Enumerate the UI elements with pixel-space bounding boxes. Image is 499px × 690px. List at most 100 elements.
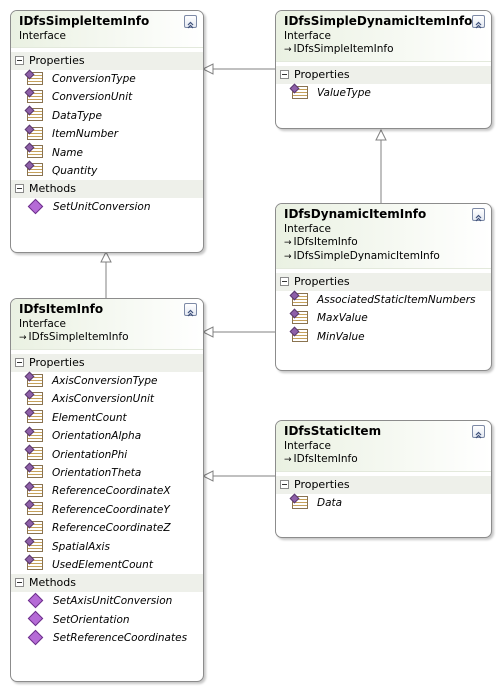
property-icon [292,310,308,324]
collapse-section-icon[interactable] [15,577,24,587]
box-title: IDfsDynamicItemInfo [284,207,427,221]
property-item[interactable]: OrientationTheta [11,464,203,482]
inherits-line: → IDfsSimpleDynamicItemInfo [284,250,440,262]
property-item[interactable]: OrientationPhi [11,446,203,464]
inherits-line: → IDfsItemInfo [284,236,358,248]
section-properties[interactable]: Properties [11,354,203,372]
collapse-section-icon[interactable] [280,479,289,489]
property-item[interactable]: ConversionType [11,70,203,88]
section-properties[interactable]: Properties [276,273,491,291]
property-item[interactable]: ReferenceCoordinateX [11,482,203,500]
inherits-arrow-icon: → [284,45,292,55]
property-icon [292,292,308,306]
property-list: AxisConversionType AxisConversionUnit El… [11,372,203,574]
method-item[interactable]: SetUnitConversion [11,198,203,216]
inherits-arrow-icon: → [284,455,292,465]
collapse-section-icon[interactable] [280,69,289,79]
box-header: IDfsStaticItem Interface → IDfsItemInfo [276,421,491,472]
box-idfsdynamiciteminfo[interactable]: IDfsDynamicItemInfo Interface → IDfsItemI… [275,203,492,371]
property-item[interactable]: Quantity [11,162,203,180]
property-item[interactable]: MinValue [276,328,491,346]
inherit-arrowhead [201,63,214,75]
property-icon [27,391,43,405]
inherits-line: → IDfsSimpleItemInfo [284,43,394,55]
collapse-section-icon[interactable] [15,55,24,65]
property-icon [27,428,43,442]
property-icon [27,145,43,159]
collapse-chevron-icon[interactable] [472,15,485,29]
property-item[interactable]: ElementCount [11,409,203,427]
property-icon [292,329,308,343]
section-properties[interactable]: Properties [11,52,203,70]
property-item[interactable]: ReferenceCoordinateY [11,501,203,519]
inherits-arrow-icon: → [284,238,292,248]
box-kind: Interface [284,440,332,452]
property-icon [27,520,43,534]
method-icon [27,610,44,627]
collapse-chevron-icon[interactable] [184,15,197,29]
box-kind: Interface [19,318,67,330]
box-kind: Interface [19,30,67,42]
property-item[interactable]: AssociatedStaticItemNumbers [276,291,491,309]
method-list: SetUnitConversion [11,198,203,216]
method-icon [27,592,44,609]
property-item[interactable]: Name [11,144,203,162]
inherits-line: → IDfsSimpleItemInfo [19,331,129,343]
section-label: Properties [29,356,85,369]
property-item[interactable]: ItemNumber [11,125,203,143]
property-list: Data [276,494,491,512]
inherit-arrowhead [100,250,112,263]
box-idfssimpledynamiciteminfo[interactable]: IDfsSimpleDynamicItemInfo Interface → IDf… [275,10,492,129]
section-label: Methods [29,182,76,196]
box-idfsiteminfo[interactable]: IDfsItemInfo Interface → IDfsSimpleItemIn… [10,298,204,682]
section-label: Properties [29,54,85,67]
section-properties[interactable]: Properties [276,476,491,494]
property-item[interactable]: SpatialAxis [11,538,203,556]
method-icon [27,198,44,215]
collapse-section-icon[interactable] [15,357,24,367]
collapse-chevron-icon[interactable] [472,208,485,222]
collapse-section-icon[interactable] [280,276,289,286]
collapse-chevron-icon[interactable] [184,303,197,317]
box-idfsstaticitem[interactable]: IDfsStaticItem Interface → IDfsItemInfo P… [275,420,492,538]
method-item[interactable]: SetReferenceCoordinates [11,629,203,647]
box-title: IDfsStaticItem [284,424,382,438]
method-icon [27,629,44,645]
property-item[interactable]: ValueType [276,84,491,102]
property-list: AssociatedStaticItemNumbers MaxValue Min… [276,291,491,346]
property-item[interactable]: MaxValue [276,309,491,327]
box-kind: Interface [284,223,332,235]
section-label: Properties [294,478,350,491]
method-item[interactable]: SetOrientation [11,610,203,629]
property-icon [292,495,308,509]
section-methods[interactable]: Methods [11,180,203,199]
property-item[interactable]: DataType [11,107,203,125]
property-item[interactable]: UsedElementCount [11,556,203,574]
property-icon [27,126,43,140]
property-icon [27,163,43,177]
property-item[interactable]: ConversionUnit [11,88,203,106]
box-title: IDfsItemInfo [19,302,104,316]
box-idfssimpleiteminfo[interactable]: IDfsSimpleItemInfo Interface Properties … [10,10,204,253]
inherit-arrowhead [201,326,214,338]
property-item[interactable]: ReferenceCoordinateZ [11,519,203,537]
property-item[interactable]: Data [276,494,491,512]
collapse-section-icon[interactable] [15,183,24,193]
property-icon [27,373,43,387]
collapse-chevron-icon[interactable] [472,425,485,439]
property-icon [27,483,43,497]
property-list: ConversionType ConversionUnit DataType I… [11,70,203,180]
box-header: IDfsDynamicItemInfo Interface → IDfsItemI… [276,204,491,269]
property-item[interactable]: OrientationAlpha [11,427,203,445]
box-title: IDfsSimpleDynamicItemInfo [284,14,473,28]
method-item[interactable]: SetAxisUnitConversion [11,592,203,610]
property-icon [27,89,43,103]
inherits-line: → IDfsItemInfo [284,453,358,465]
inherit-arrowhead [201,470,214,482]
property-item[interactable]: AxisConversionType [11,372,203,390]
inherits-arrow-icon: → [284,252,292,262]
section-properties[interactable]: Properties [276,66,491,84]
property-icon [27,539,43,553]
section-methods[interactable]: Methods [11,574,203,593]
property-item[interactable]: AxisConversionUnit [11,390,203,408]
